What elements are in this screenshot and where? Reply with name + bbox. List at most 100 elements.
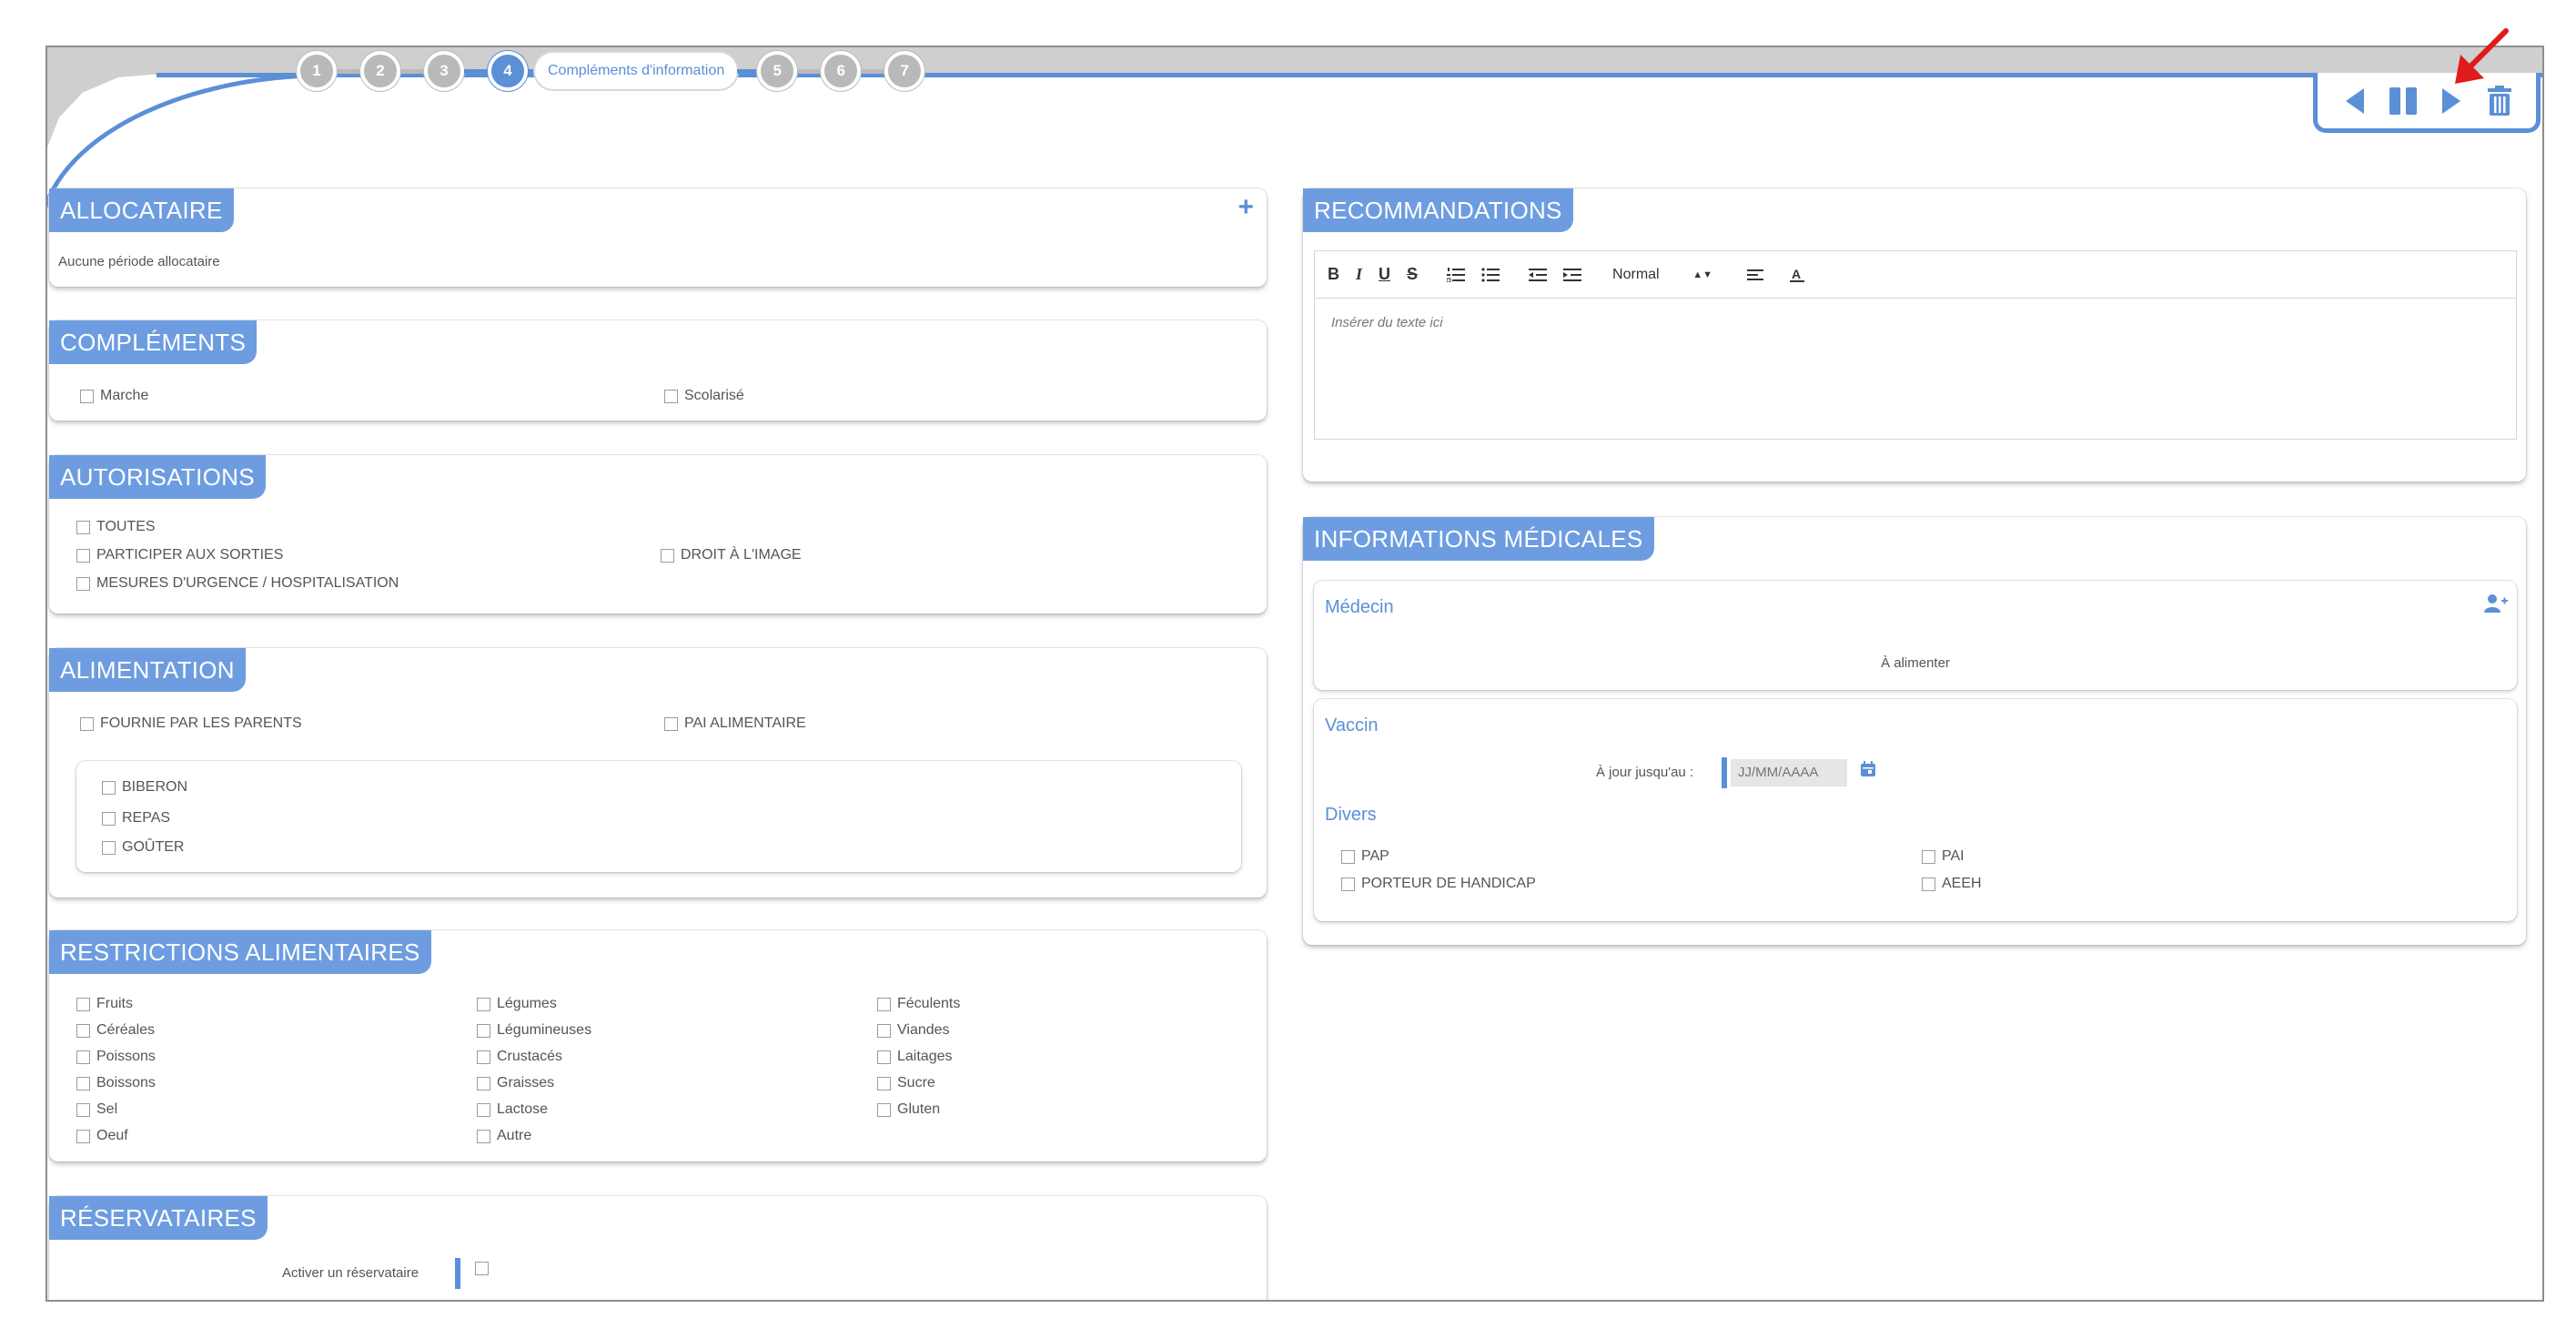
step-3[interactable]: 3 — [424, 51, 464, 91]
checkbox[interactable] — [664, 389, 678, 403]
checkbox-porteur-de-handicap[interactable]: PORTEUR DE HANDICAP — [1341, 876, 1536, 892]
checkbox-marche[interactable]: Marche — [80, 388, 148, 404]
bullet-list-icon — [1481, 267, 1500, 282]
restriction-checkbox-row[interactable]: Légumes — [477, 996, 557, 1012]
step-5[interactable]: 5 — [757, 51, 798, 91]
previous-button[interactable] — [2337, 83, 2373, 119]
checkbox[interactable] — [80, 716, 94, 731]
add-medecin-button[interactable] — [2484, 593, 2508, 618]
restriction-checkbox-row[interactable]: Fruits — [76, 996, 133, 1012]
step-4-active[interactable]: 4 — [488, 51, 528, 91]
checkbox[interactable] — [1341, 877, 1355, 891]
restriction-checkbox-row[interactable]: Féculents — [877, 996, 960, 1012]
step-2[interactable]: 2 — [360, 51, 400, 91]
checkbox[interactable] — [76, 1076, 90, 1090]
checkbox-pap[interactable]: PAP — [1341, 848, 1389, 865]
recommandations-card: RECOMMANDATIONS B I U S Normal ▲▼ A Insé… — [1303, 188, 2526, 482]
app-frame: 1 2 3 4 Compléments d'information 5 6 7 — [45, 46, 2544, 1302]
indent-button[interactable] — [1563, 268, 1582, 282]
restriction-checkbox-row[interactable]: Crustacés — [477, 1049, 562, 1065]
reservataires-title: RÉSERVATAIRES — [49, 1196, 268, 1240]
checkbox[interactable] — [877, 1102, 891, 1117]
checkbox-aeeh[interactable]: AEEH — [1922, 876, 1982, 892]
checkbox[interactable] — [76, 520, 90, 534]
checkbox[interactable] — [1341, 849, 1355, 864]
restriction-checkbox-row[interactable]: Gluten — [877, 1101, 940, 1118]
step-1[interactable]: 1 — [297, 51, 337, 91]
checkbox-mesures-urgence[interactable]: MESURES D'URGENCE / HOSPITALISATION — [76, 575, 399, 592]
restriction-checkbox-row[interactable]: Laitages — [877, 1049, 953, 1065]
checkbox[interactable] — [477, 997, 490, 1011]
vaccin-divers-section: Vaccin À jour jusqu'au : Divers PAP PORT… — [1314, 699, 2517, 921]
checkbox[interactable] — [76, 1023, 90, 1038]
checkbox[interactable] — [76, 548, 90, 563]
checkbox-droit-a-l-image[interactable]: DROIT À L'IMAGE — [661, 547, 802, 563]
checkbox[interactable] — [877, 1023, 891, 1038]
checkbox-pai-alimentaire[interactable]: PAI ALIMENTAIRE — [664, 715, 806, 732]
restriction-checkbox-row[interactable]: Graisses — [477, 1075, 554, 1091]
calendar-button[interactable] — [1860, 761, 1876, 782]
restriction-checkbox-row[interactable]: Autre — [477, 1128, 531, 1144]
checkbox[interactable] — [877, 997, 891, 1011]
underline-button[interactable]: U — [1379, 265, 1390, 284]
step-7[interactable]: 7 — [884, 51, 925, 91]
restriction-checkbox-row[interactable]: Sel — [76, 1101, 117, 1118]
restriction-checkbox-row[interactable]: Viandes — [877, 1022, 950, 1039]
checkbox-fournie-par-les-parents[interactable]: FOURNIE PAR LES PARENTS — [80, 715, 302, 732]
bold-button[interactable]: B — [1328, 265, 1339, 284]
strikethrough-button[interactable]: S — [1407, 265, 1418, 284]
restriction-checkbox-row[interactable]: Oeuf — [76, 1128, 128, 1144]
restriction-checkbox-row[interactable]: Légumineuses — [477, 1022, 591, 1039]
editor-content[interactable]: Insérer du texte ici — [1315, 299, 2516, 347]
medecin-empty-text: À alimenter — [1881, 655, 1950, 671]
checkbox[interactable] — [102, 840, 116, 855]
checkbox[interactable] — [76, 997, 90, 1011]
checkbox[interactable] — [477, 1023, 490, 1038]
checkbox[interactable] — [1922, 849, 1935, 864]
field-marker — [1722, 757, 1727, 788]
checkbox-pai[interactable]: PAI — [1922, 848, 1965, 865]
checkbox[interactable] — [102, 811, 116, 826]
checkbox[interactable] — [76, 1102, 90, 1117]
step-6[interactable]: 6 — [821, 51, 862, 91]
restriction-checkbox-row[interactable]: Poissons — [76, 1049, 156, 1065]
restriction-checkbox-row[interactable]: Boissons — [76, 1075, 156, 1091]
checkbox-repas[interactable]: REPAS — [102, 810, 170, 827]
vaccin-date-input[interactable] — [1731, 759, 1847, 786]
checkbox-toutes[interactable]: TOUTES — [76, 519, 156, 535]
pause-button[interactable] — [2385, 83, 2421, 119]
align-button[interactable] — [1747, 268, 1764, 282]
checkbox-biberon[interactable]: BIBERON — [102, 779, 187, 796]
checkbox[interactable] — [477, 1129, 490, 1143]
outdent-button[interactable] — [1529, 268, 1548, 282]
checkbox[interactable] — [1922, 877, 1935, 891]
complements-title: COMPLÉMENTS — [49, 320, 258, 364]
italic-button[interactable]: I — [1356, 265, 1362, 284]
checkbox-participer-aux-sorties[interactable]: PARTICIPER AUX SORTIES — [76, 547, 283, 563]
checkbox-scolarise[interactable]: Scolarisé — [664, 388, 744, 404]
checkbox[interactable] — [76, 576, 90, 591]
checkbox[interactable] — [877, 1050, 891, 1064]
restriction-checkbox-row[interactable]: Lactose — [477, 1101, 548, 1118]
checkbox[interactable] — [76, 1050, 90, 1064]
checkbox[interactable] — [80, 389, 94, 403]
restriction-checkbox-row[interactable]: Céréales — [76, 1022, 155, 1039]
reservataire-checkbox[interactable] — [475, 1262, 489, 1275]
checkbox[interactable] — [877, 1076, 891, 1090]
autorisations-card: AUTORISATIONS TOUTES PARTICIPER AUX SORT… — [49, 455, 1267, 614]
checkbox-gouter[interactable]: GOÛTER — [102, 839, 184, 856]
checkbox[interactable] — [477, 1076, 490, 1090]
ordered-list-button[interactable] — [1447, 267, 1466, 282]
header-select[interactable]: Normal ▲▼ — [1612, 267, 1712, 283]
text-color-button[interactable]: A — [1789, 267, 1805, 283]
checkbox[interactable] — [664, 716, 678, 731]
restriction-checkbox-row[interactable]: Sucre — [877, 1075, 935, 1091]
select-caret-icon: ▲▼ — [1692, 269, 1713, 280]
bullet-list-button[interactable] — [1481, 267, 1500, 282]
checkbox[interactable] — [477, 1050, 490, 1064]
checkbox[interactable] — [76, 1129, 90, 1143]
add-allocataire-button[interactable]: + — [1237, 192, 1254, 223]
checkbox[interactable] — [661, 548, 674, 563]
checkbox[interactable] — [102, 780, 116, 795]
checkbox[interactable] — [477, 1102, 490, 1117]
